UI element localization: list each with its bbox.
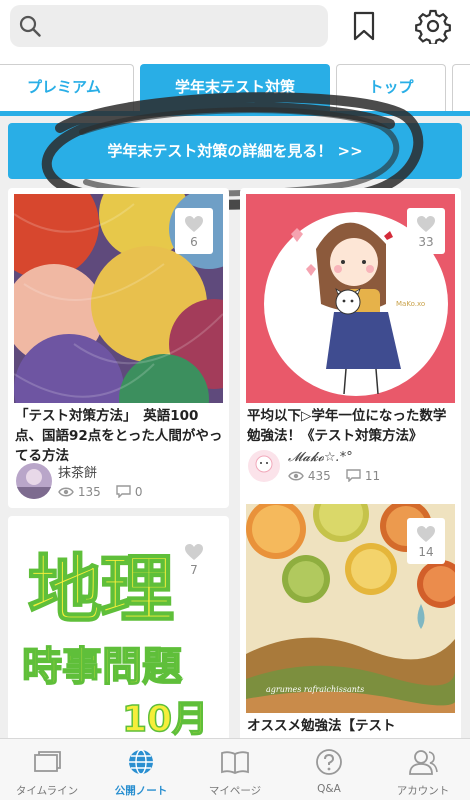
timeline-icon: [34, 751, 61, 772]
like-button[interactable]: 14: [407, 518, 445, 564]
thumbnail-watermark: MaKo.xo: [396, 300, 425, 308]
search-bar[interactable]: [10, 5, 328, 47]
gear-icon[interactable]: [415, 8, 451, 44]
comment-icon: [346, 469, 361, 483]
eye-icon: [288, 471, 304, 481]
note-stats: 435 11: [288, 469, 380, 483]
note-stats: 135 0: [58, 485, 142, 499]
like-button[interactable]: 6: [175, 208, 213, 254]
note-card-1[interactable]: 6 「テスト対策方法」 英語100点、国語92点をとった人間がやってる方法 抹茶…: [8, 188, 229, 508]
question-icon: [316, 749, 342, 775]
like-count: 33: [418, 235, 434, 249]
comment-icon: [116, 485, 131, 499]
globe-icon: [129, 749, 153, 775]
heart-icon: [417, 216, 435, 232]
search-input[interactable]: [50, 5, 320, 47]
nav-public-notes[interactable]: 公開ノート: [94, 739, 188, 800]
like-button[interactable]: 33: [407, 208, 445, 254]
tab-top[interactable]: トップ: [336, 64, 446, 111]
thumbnail-watermark: agrumes rafraichissants: [266, 685, 364, 694]
nav-label: タイムライン: [15, 785, 79, 797]
note-title: 平均以下▷学年一位になった数学勉強法！《テスト対策方法》: [247, 408, 447, 444]
nav-label: マイページ: [208, 785, 262, 797]
like-count: 6: [190, 235, 198, 249]
nav-qa[interactable]: Q&A: [282, 739, 376, 800]
nav-label: アカウント: [396, 785, 450, 797]
note-card-2[interactable]: MaKo.xo 33 平均以下▷学年一位になった数学勉強法！《テスト対策方法》 …: [240, 188, 461, 508]
search-icon: [19, 15, 41, 37]
view-count: 435: [307, 469, 331, 483]
thumbnail-text-line2: 時事問題: [21, 643, 183, 691]
tab-more[interactable]: [452, 64, 470, 111]
nav-label: 公開ノート: [114, 785, 168, 797]
avatar[interactable]: [248, 450, 280, 482]
thumbnail-text-line3: 10月: [121, 698, 209, 741]
nav-label: Q&A: [317, 783, 341, 795]
note-title: 「テスト対策方法」 英語100点、国語92点をとった人間がやってる方法: [15, 408, 223, 464]
comment-count: 11: [364, 469, 381, 483]
nav-account[interactable]: アカウント: [376, 739, 470, 800]
author-name[interactable]: 𝓜𝓪𝓴𝓸☆.*°: [288, 450, 353, 465]
book-icon: [221, 751, 249, 774]
account-icon: [409, 750, 438, 775]
heart-icon: [185, 544, 203, 560]
note-card-3[interactable]: 地理 時事問題 10月 7: [8, 516, 229, 746]
tab-test-prep[interactable]: 学年末テスト対策: [140, 64, 330, 116]
app-screen: プレミアム 学年末テスト対策 トップ 学年末テスト対策の詳細を見る！ >> 6 …: [0, 0, 470, 800]
like-count: 7: [190, 563, 198, 577]
bookmark-icon[interactable]: [349, 10, 379, 42]
category-tabs: プレミアム 学年末テスト対策 トップ: [0, 58, 470, 116]
author-name[interactable]: 抹茶餅: [58, 462, 97, 481]
nav-timeline[interactable]: タイムライン: [0, 739, 94, 800]
top-bar: [0, 0, 470, 58]
view-count: 135: [77, 485, 101, 499]
avatar[interactable]: [16, 463, 52, 499]
note-title: オススメ勉強法【テスト: [247, 718, 396, 734]
like-count: 14: [418, 545, 434, 559]
note-card-4[interactable]: agrumes rafraichissants 14 オススメ勉強法【テスト: [240, 498, 461, 746]
tab-premium[interactable]: プレミアム: [0, 64, 134, 111]
test-prep-banner-button[interactable]: 学年末テスト対策の詳細を見る！ >>: [8, 123, 462, 179]
comment-count: 0: [134, 485, 143, 499]
eye-icon: [58, 487, 74, 497]
like-button[interactable]: 7: [175, 536, 213, 582]
heart-icon: [185, 216, 203, 232]
nav-my-page[interactable]: マイページ: [188, 739, 282, 800]
heart-icon: [417, 526, 435, 542]
thumbnail-text-line1: 地理: [27, 546, 175, 634]
bottom-navigation: タイムライン 公開ノート マイページ Q&A アカウント: [0, 738, 470, 800]
